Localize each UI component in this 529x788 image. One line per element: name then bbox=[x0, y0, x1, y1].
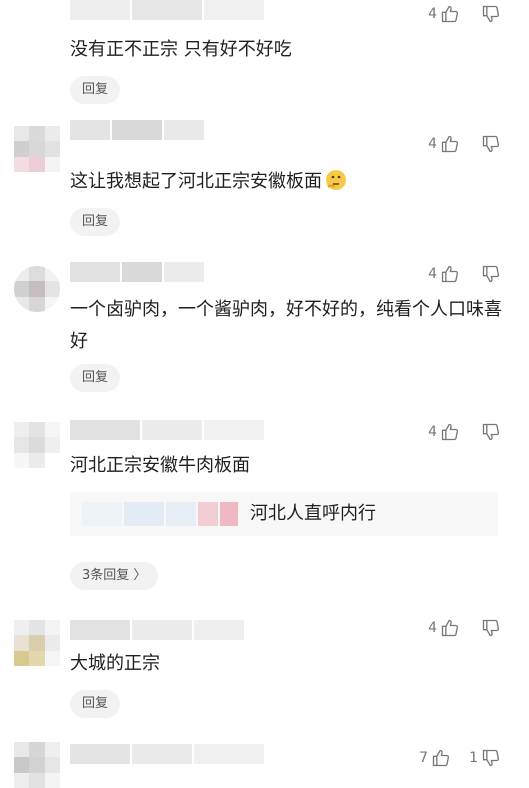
like-count: 4 bbox=[428, 136, 437, 152]
dislike-count: 1 bbox=[469, 750, 478, 766]
username-blurred bbox=[70, 620, 244, 640]
thumbs-up-icon bbox=[441, 135, 459, 153]
avatar[interactable] bbox=[14, 620, 60, 666]
thumbs-up-icon bbox=[441, 265, 459, 283]
thumbs-down-icon bbox=[482, 423, 500, 441]
like-button[interactable]: 4 bbox=[428, 4, 460, 24]
avatar[interactable] bbox=[14, 422, 60, 468]
avatar[interactable] bbox=[14, 266, 60, 312]
dislike-button[interactable] bbox=[478, 264, 501, 284]
comment-item: 4 这让我想起了河北正宗安徽板面 回复 bbox=[0, 120, 529, 250]
reply-button[interactable]: 回复 bbox=[70, 364, 121, 392]
username-blurred bbox=[70, 120, 204, 140]
thumbs-down-icon bbox=[482, 5, 500, 23]
comment-text: 大城的正宗 bbox=[70, 653, 160, 674]
thumbs-down-icon bbox=[482, 749, 500, 767]
dislike-button[interactable] bbox=[478, 134, 501, 154]
view-replies-button[interactable]: 3条回复 〉 bbox=[70, 562, 159, 590]
like-button[interactable]: 7 bbox=[419, 748, 451, 768]
username-blurred bbox=[70, 420, 264, 440]
dislike-button[interactable] bbox=[478, 4, 501, 24]
dislike-button[interactable]: 1 bbox=[469, 748, 501, 768]
like-count: 4 bbox=[428, 266, 437, 282]
thumbs-down-icon bbox=[482, 265, 500, 283]
reply-button[interactable]: 回复 bbox=[70, 690, 121, 718]
username-blurred bbox=[70, 744, 264, 764]
username-blurred bbox=[70, 0, 264, 20]
like-count: 7 bbox=[419, 750, 429, 766]
like-count: 4 bbox=[428, 620, 437, 636]
thumbs-down-icon bbox=[482, 619, 500, 637]
sub-reply-username-blurred bbox=[82, 502, 238, 526]
comment-text: 没有正不正宗 只有好不好吃 bbox=[70, 39, 292, 60]
comment-text: 河北正宗安徽牛肉板面 bbox=[70, 455, 250, 476]
like-button[interactable]: 4 bbox=[428, 618, 460, 638]
comment-item: 4 河北正宗安徽牛肉板面 河北人直呼内行 3条回复 〉 bbox=[0, 416, 529, 596]
like-count: 4 bbox=[428, 424, 437, 440]
comment-item: 4 一个卤驴肉，一个酱驴肉，好不好的，纯看个人口味喜好 回复 bbox=[0, 258, 529, 408]
comment-text: 这让我想起了河北正宗安徽板面 bbox=[70, 171, 322, 192]
thumbs-up-icon bbox=[441, 5, 459, 23]
sub-reply-text: 河北人直呼内行 bbox=[250, 503, 376, 524]
comment-item: 4 大城的正宗 回复 bbox=[0, 614, 529, 734]
reply-button[interactable]: 回复 bbox=[70, 76, 121, 104]
comment-item: 7 1 bbox=[0, 740, 529, 788]
comment-item: 4 没有正不正宗 只有好不好吃 回复 bbox=[0, 0, 529, 110]
like-button[interactable]: 4 bbox=[428, 422, 460, 442]
comment-text-row: 这让我想起了河北正宗安徽板面 bbox=[70, 166, 510, 198]
reply-button[interactable]: 回复 bbox=[70, 208, 121, 236]
thumbs-up-icon bbox=[432, 749, 450, 767]
dislike-button[interactable] bbox=[478, 618, 501, 638]
avatar[interactable] bbox=[14, 742, 60, 788]
thumbs-up-icon bbox=[441, 423, 459, 441]
thinking-face-icon bbox=[326, 170, 346, 190]
like-count: 4 bbox=[428, 6, 437, 22]
sub-reply[interactable]: 河北人直呼内行 bbox=[70, 492, 498, 536]
avatar[interactable] bbox=[14, 126, 60, 172]
username-blurred bbox=[70, 262, 204, 282]
like-button[interactable]: 4 bbox=[428, 134, 460, 154]
dislike-button[interactable] bbox=[478, 422, 501, 442]
like-button[interactable]: 4 bbox=[428, 264, 460, 284]
thumbs-up-icon bbox=[441, 619, 459, 637]
comment-text: 一个卤驴肉，一个酱驴肉，好不好的，纯看个人口味喜好 bbox=[70, 299, 502, 352]
thumbs-down-icon bbox=[482, 135, 500, 153]
